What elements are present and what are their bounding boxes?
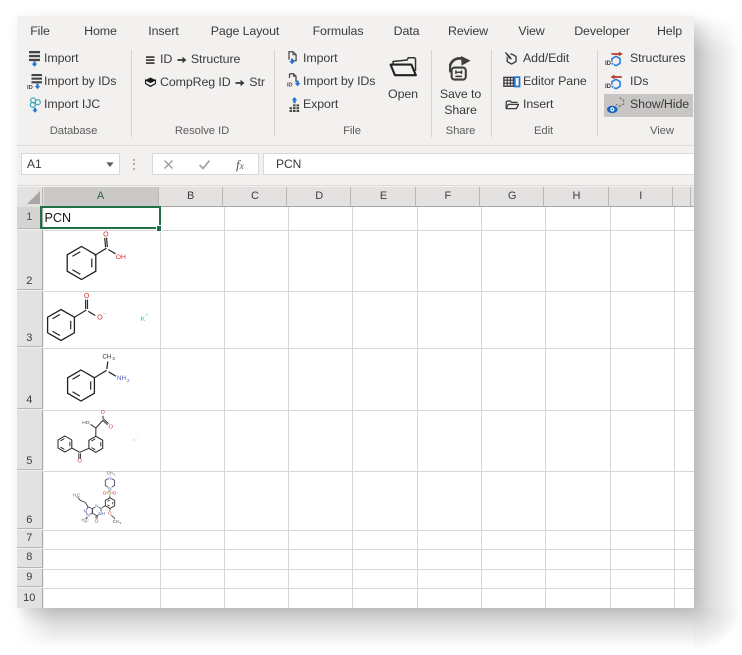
svg-text:ID: ID: [605, 84, 612, 90]
svg-text:HO: HO: [82, 420, 89, 426]
svg-text:+: +: [136, 436, 138, 440]
svg-text:O: O: [101, 410, 105, 416]
svg-text:NH: NH: [99, 511, 105, 516]
svg-text:O: O: [77, 459, 82, 465]
svg-text:O: O: [103, 491, 107, 496]
svg-text:C: C: [77, 493, 80, 498]
svg-text:CH: CH: [113, 519, 119, 524]
svg-text:ID: ID: [27, 85, 33, 90]
svg-text:ID: ID: [287, 82, 293, 88]
svg-text:+: +: [146, 313, 149, 318]
svg-text:−: −: [103, 311, 106, 316]
svg-text:CH: CH: [102, 354, 111, 361]
svg-text:O: O: [95, 519, 99, 525]
svg-text:O: O: [103, 231, 109, 238]
svg-text:O: O: [113, 491, 117, 496]
svg-text:C: C: [85, 518, 88, 523]
svg-text:ID: ID: [605, 61, 612, 67]
svg-text:CH: CH: [107, 470, 113, 475]
svg-text:2: 2: [127, 378, 130, 383]
svg-text:3: 3: [112, 356, 115, 361]
svg-text:O: O: [109, 425, 114, 431]
svg-text:3: 3: [113, 473, 115, 477]
svg-text:N: N: [95, 503, 98, 508]
svg-text:NH: NH: [117, 375, 126, 382]
svg-text:N: N: [108, 476, 111, 481]
svg-text:O: O: [84, 293, 90, 300]
svg-text:3: 3: [119, 521, 121, 525]
svg-text:OH: OH: [116, 254, 126, 261]
